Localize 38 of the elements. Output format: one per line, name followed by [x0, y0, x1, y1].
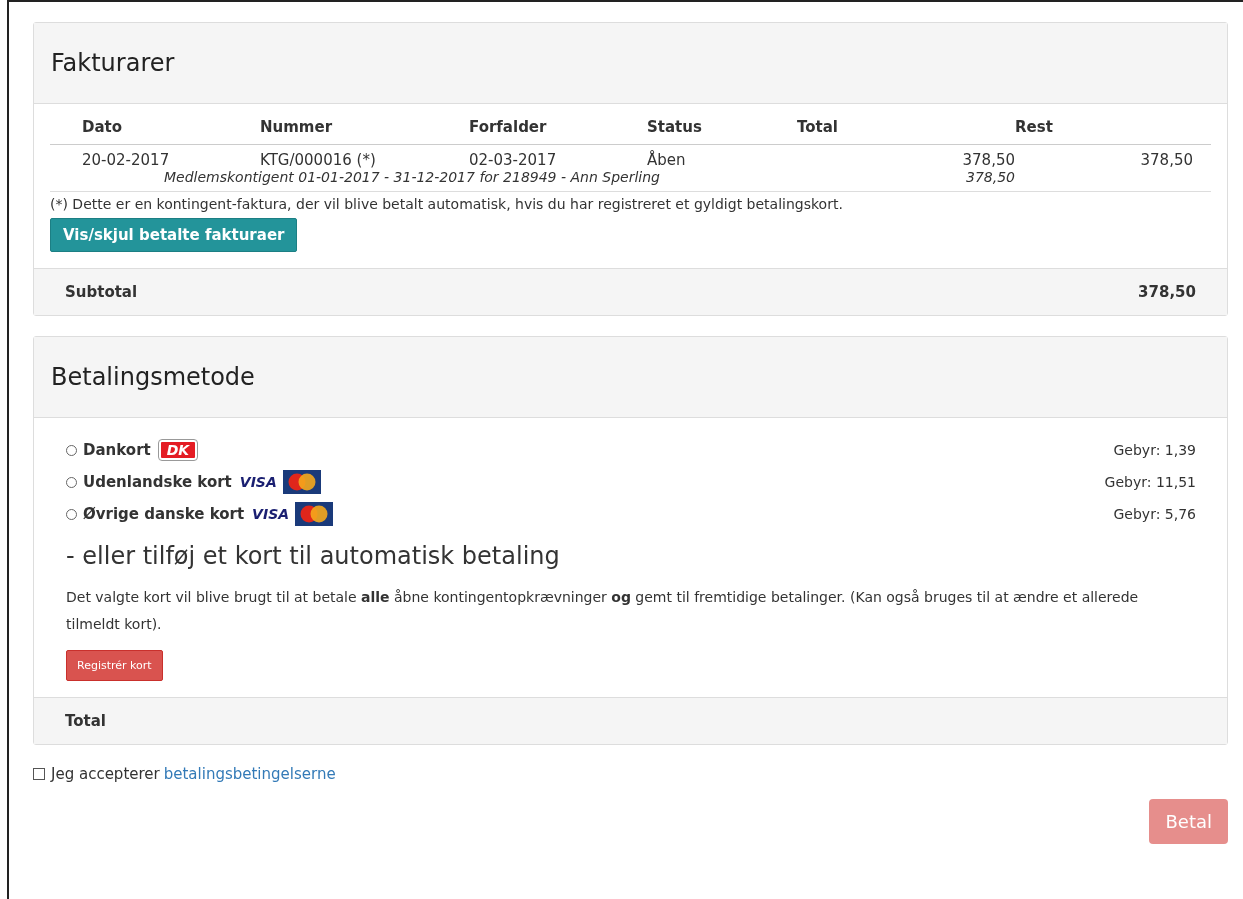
checkbox[interactable]: [33, 768, 45, 780]
terms-text: Jeg accepterer: [51, 765, 160, 783]
card-logo: VISA: [239, 474, 277, 490]
table-cell-text: 20-02-2017: [82, 151, 171, 169]
subtotal-label: Subtotal: [65, 283, 138, 301]
panel-title: Betalingsmetode: [51, 363, 255, 391]
total-label: Total: [65, 712, 106, 730]
column-header: Dato: [82, 118, 124, 136]
register-card-button[interactable]: Registrér kort: [66, 650, 163, 681]
card-logo: VISA: [252, 506, 290, 522]
table-cell-text: Åben: [647, 151, 687, 169]
column-header: Total: [797, 118, 839, 136]
column-header: Status: [647, 118, 703, 136]
panel-title: Fakturarer: [51, 49, 175, 77]
method-label[interactable]: Dankort: [83, 441, 151, 459]
toggle-paid-invoices-button[interactable]: Vis/skjul betalte fakturaer: [50, 218, 298, 252]
line-amount: 378,50: [965, 169, 1015, 185]
method-label[interactable]: Udenlandske kort: [83, 473, 232, 491]
fee-text: Gebyr: 5,76: [1113, 506, 1196, 522]
fee-text: Gebyr: 1,39: [1113, 442, 1196, 458]
column-header: Rest: [1015, 118, 1054, 136]
table-cell-text: 02-03-2017: [469, 151, 558, 169]
method-label[interactable]: Øvrige danske kort: [83, 505, 245, 523]
table-cell-text: KTG/000016 (*): [260, 151, 377, 169]
table-cell-text: 378,50: [961, 151, 1015, 169]
auto-payment-text: Det valgte kort vil blive brugt til at betale alle åbne kontingentopkrævninger og gemt til fremtidige betalinger. (Kan også bruges til at ændre et allerede tilmeldt kort).: [66, 588, 1140, 634]
footnote: (*) Dette er en kontingent-faktura, der vil blive betalt automatisk, hvis du har registreret et gyldigt betalingskort.: [50, 196, 844, 212]
card-circles-icon: [282, 470, 321, 494]
subtotal-value: 378,50: [1138, 283, 1196, 301]
card-logo: DK: [158, 440, 198, 460]
column-header: Nummer: [260, 118, 334, 136]
terms-link[interactable]: betalingsbetingelserne: [163, 765, 336, 783]
table-cell-text: 378,50: [1139, 151, 1193, 169]
column-header: Forfalder: [469, 118, 548, 136]
line-description: Medlemskontigent 01-01-2017 - 31-12-2017 for 218949 - Ann Sperling: [163, 169, 661, 185]
auto-payment-heading: - eller tilføj et kort til automatisk betaling: [66, 542, 561, 570]
card-circles-icon: [295, 502, 334, 526]
fee-text: Gebyr: 11,51: [1104, 474, 1196, 490]
